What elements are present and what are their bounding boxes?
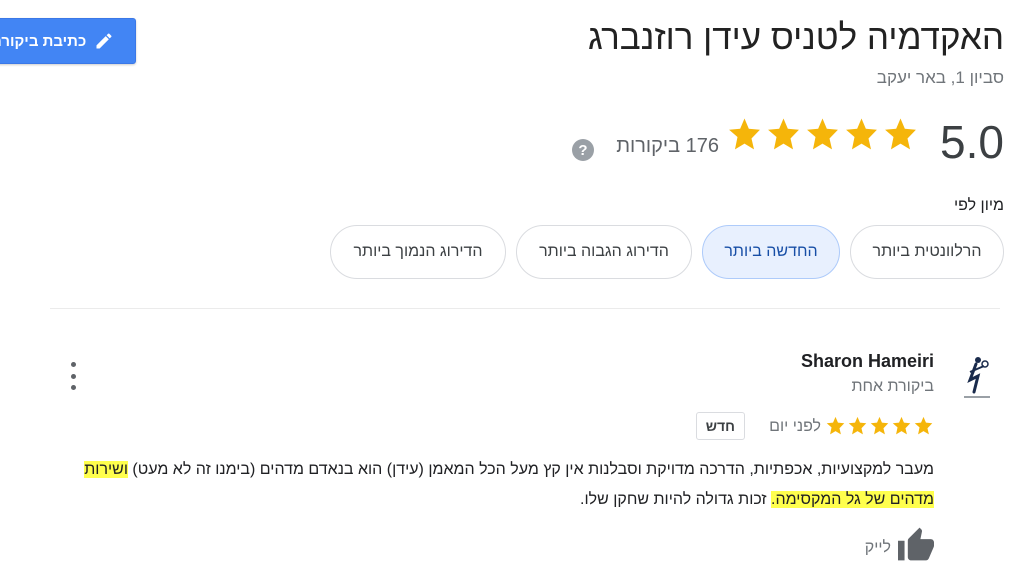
question-circle-icon[interactable]: ? <box>572 139 594 161</box>
review-text: מעבר למקצועיות, אכפתיות, הדרכה מדויקת וס… <box>62 455 934 515</box>
like-label[interactable]: לייק <box>865 539 891 557</box>
star-icon <box>870 416 889 435</box>
avatar[interactable] <box>956 352 996 404</box>
star-icon <box>826 416 845 435</box>
star-icon <box>846 118 877 150</box>
sort-chip-newest[interactable]: החדשה ביותר <box>702 225 840 279</box>
star-icon <box>807 118 838 150</box>
review-text-part1: מעבר למקצועיות, אכפתיות, הדרכה מדויקת וס… <box>127 461 934 478</box>
new-badge: חדש <box>695 412 745 440</box>
pencil-icon <box>94 31 114 51</box>
sort-label: מיון לפי <box>954 197 1004 214</box>
star-icon <box>848 416 867 435</box>
place-address: סביון 1, באר יעקב <box>876 68 1004 87</box>
rating-stars <box>726 117 919 154</box>
star-icon <box>914 416 933 435</box>
review-text-part2: זכות גדולה להיות שחקן שלו. <box>580 491 772 508</box>
write-review-button[interactable]: כתיבת ביקורת <box>0 18 136 64</box>
star-icon <box>892 416 911 435</box>
sort-chips: הרלוונטית ביותר החדשה ביותר הדירוג הגבוה… <box>330 225 1004 279</box>
divider <box>50 308 1000 309</box>
review-stars <box>825 416 934 437</box>
sort-chip-highest[interactable]: הדירוג הגבוה ביותר <box>516 225 692 279</box>
sort-chip-lowest[interactable]: הדירוג הנמוך ביותר <box>330 225 506 279</box>
star-icon <box>885 118 916 150</box>
rating-value: 5.0 <box>940 116 1004 168</box>
reviewer-meta: ביקורת אחת <box>851 378 934 395</box>
reviewer-name[interactable]: Sharon Hameiri <box>801 351 934 372</box>
review-count[interactable]: 176 ביקורות <box>616 135 719 158</box>
thumbs-up-icon[interactable] <box>896 526 936 562</box>
write-review-label: כתיבת ביקורת <box>0 32 87 50</box>
star-icon <box>768 118 799 150</box>
more-vert-icon[interactable] <box>66 362 80 390</box>
place-title: האקדמיה לטניס עידן רוזנברג <box>588 18 1004 57</box>
review-time: לפני יום <box>769 418 821 435</box>
star-icon <box>729 118 760 150</box>
sort-chip-relevant[interactable]: הרלוונטית ביותר <box>850 225 1004 279</box>
